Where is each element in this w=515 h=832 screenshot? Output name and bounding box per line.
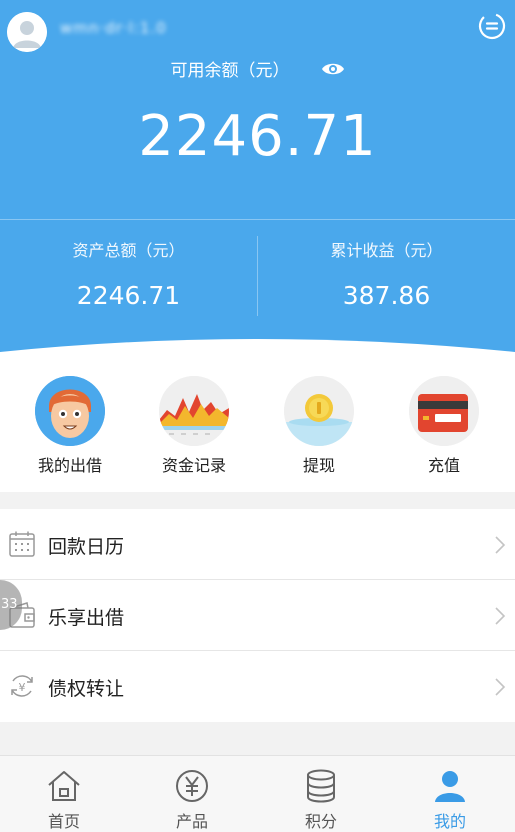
total-assets: 资产总额（元） 2246.71 <box>0 237 257 310</box>
account-header: wmn·dr·l:1.0 可用余额（元） 2246.71 资产总额（元） 224… <box>0 0 515 352</box>
bottom-tab-bar: 首页 产品 积分 我的 <box>0 755 515 832</box>
total-assets-value: 2246.71 <box>76 281 181 310</box>
tab-products[interactable]: 产品 <box>128 756 256 832</box>
menu-item-label: 乐享出借 <box>48 607 125 629</box>
fund-records-label: 资金记录 <box>161 456 226 475</box>
card-icon <box>409 376 479 446</box>
cumulative-income-label: 累计收益（元） <box>330 241 443 260</box>
menu-list: 回款日历 乐享出借 ¥ 债权转让 <box>0 509 515 722</box>
menu-item-repayment-calendar[interactable]: 回款日历 <box>0 509 515 580</box>
menu-item-enjoy-lending[interactable]: 乐享出借 <box>0 580 515 651</box>
user-avatar-icon[interactable] <box>7 12 47 52</box>
available-balance-label: 可用余额（元） <box>170 61 290 81</box>
tab-home-label: 首页 <box>47 812 80 831</box>
chevron-right-icon <box>495 607 506 625</box>
cumulative-income: 累计收益（元） 387.86 <box>258 237 515 310</box>
withdraw-button[interactable]: 提现 <box>255 376 383 476</box>
header-divider <box>0 219 515 220</box>
menu-item-label: 债权转让 <box>48 678 125 700</box>
total-assets-label: 资产总额（元） <box>72 241 185 260</box>
username: wmn·dr·l:1.0 <box>60 19 167 37</box>
tab-mine-label: 我的 <box>433 812 466 831</box>
message-icon[interactable] <box>476 10 508 42</box>
tab-points-label: 积分 <box>304 812 337 831</box>
coins-stack-icon <box>307 769 335 803</box>
svg-text:¥: ¥ <box>19 681 26 694</box>
yen-transfer-icon: ¥ <box>11 675 33 697</box>
menu-item-debt-transfer[interactable]: ¥ 债权转让 <box>0 651 515 722</box>
chart-icon <box>159 376 229 446</box>
quick-actions: 我的出借 资金记录 提现 充值 <box>0 352 515 492</box>
person-icon <box>435 771 465 802</box>
tab-mine[interactable]: 我的 <box>386 756 514 832</box>
recharge-button[interactable]: 充值 <box>380 376 508 476</box>
fund-records-button[interactable]: 资金记录 <box>130 376 258 476</box>
menu-item-label: 回款日历 <box>48 536 125 558</box>
available-balance: 2246.71 <box>138 104 377 169</box>
tab-products-label: 产品 <box>175 812 208 831</box>
recharge-label: 充值 <box>427 456 460 475</box>
home-icon <box>48 771 80 801</box>
eye-icon[interactable] <box>321 61 345 77</box>
tab-home[interactable]: 首页 <box>0 756 128 832</box>
face-icon <box>35 376 105 446</box>
withdraw-label: 提现 <box>302 456 335 475</box>
my-lending-button[interactable]: 我的出借 <box>6 376 134 476</box>
cumulative-income-value: 387.86 <box>342 281 431 310</box>
yen-icon <box>176 770 208 802</box>
my-lending-label: 我的出借 <box>37 456 102 475</box>
calendar-icon <box>9 531 35 557</box>
chevron-right-icon <box>495 536 506 554</box>
chevron-right-icon <box>495 678 506 696</box>
tab-points[interactable]: 积分 <box>257 756 385 832</box>
coin-icon <box>284 376 354 446</box>
